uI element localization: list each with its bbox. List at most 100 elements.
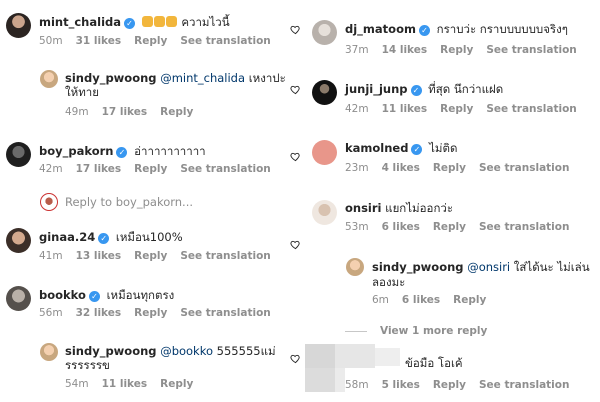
comment-dj-matoom: dj_matoom ✓ กราบว่ะ กราบบบบบบจริงๆ 37m 14 …	[290, 14, 600, 60]
likes-count[interactable]: 17 likes	[102, 106, 148, 118]
comment-sindy-reply-bookko: sindy_pwoong @bookko 555555แม่ รรรรรรข 5…	[0, 338, 300, 402]
comment-username[interactable]: onsiri	[345, 201, 382, 215]
heart-icon[interactable]	[290, 239, 301, 250]
likes-count[interactable]: 11 likes	[102, 378, 148, 390]
avatar[interactable]	[6, 228, 31, 253]
comment-username[interactable]: mint_chalida	[39, 15, 121, 29]
verified-icon: ✓	[411, 144, 423, 155]
comment-time: 49m	[65, 106, 89, 118]
verified-icon: ✓	[124, 18, 135, 29]
heart-icon[interactable]	[290, 151, 301, 162]
likes-count[interactable]: 14 likes	[382, 44, 428, 56]
reply-button[interactable]: Reply	[433, 221, 466, 233]
likes-count[interactable]: 6 likes	[382, 221, 420, 233]
verified-icon: ✓	[418, 25, 430, 36]
view-more-replies[interactable]: View 1 more reply	[345, 324, 545, 340]
heart-icon[interactable]	[290, 84, 301, 95]
comment-boy-pakorn: boy_pakorn ✓ อ่าาาาาาาาาา 42m 17 likes Repl…	[0, 134, 300, 178]
see-translation-link[interactable]: See translation	[180, 250, 270, 262]
verified-icon: ✓	[410, 85, 422, 96]
comment-kamolned: kamolned ✓ ไม่ติด 23m 4 likes Reply See tran…	[290, 134, 600, 180]
likes-count[interactable]: 11 likes	[382, 103, 428, 115]
verified-icon: ✓	[88, 291, 100, 302]
comment-blurred-user: ข้อมือ โอเค้ 58m 5 likes Reply See translat…	[290, 344, 600, 402]
avatar[interactable]	[312, 80, 337, 105]
comment-username[interactable]: junji_junp	[345, 82, 408, 96]
likes-count[interactable]: 13 likes	[76, 250, 122, 262]
comment-username[interactable]: bookko	[39, 288, 86, 302]
avatar[interactable]	[312, 140, 337, 165]
avatar[interactable]	[6, 286, 31, 311]
avatar[interactable]	[40, 70, 58, 88]
see-translation-link[interactable]: See translation	[479, 221, 569, 233]
reply-thread-line	[345, 330, 367, 332]
comment-text: ไม่ติด	[429, 141, 458, 155]
heart-icon[interactable]	[290, 353, 301, 364]
reply-button[interactable]: Reply	[160, 378, 193, 390]
comment-username[interactable]: ginaa.24	[39, 230, 95, 244]
comment-bookko: bookko ✓ เหมือนทุกตรง 56m 32 likes Reply See…	[0, 284, 300, 328]
reply-button[interactable]: Reply	[433, 162, 466, 174]
reply-button[interactable]: Reply	[134, 35, 167, 47]
mention-link[interactable]: @onsiri	[467, 260, 510, 274]
comment-mint-chalida: mint_chalida ✓ ความไวนี้ 50m 31 likes Reply…	[0, 0, 300, 55]
comment-username[interactable]: sindy_pwoong	[65, 344, 157, 358]
avatar[interactable]	[312, 200, 337, 225]
clap-emoji-icon	[141, 15, 178, 29]
comment-time: 54m	[65, 378, 89, 390]
verified-icon: ✓	[98, 233, 110, 244]
reply-button[interactable]: Reply	[453, 294, 486, 306]
comment-username[interactable]: sindy_pwoong	[65, 71, 157, 85]
reply-input-placeholder[interactable]: Reply to boy_pakorn...	[65, 195, 193, 209]
comment-text: กราบว่ะ กราบบบบบบจริงๆ	[436, 22, 568, 36]
likes-count[interactable]: 5 likes	[382, 379, 420, 391]
see-translation-link[interactable]: See translation	[180, 35, 270, 47]
comment-time: 23m	[345, 162, 369, 174]
avatar[interactable]	[6, 13, 31, 38]
comment-username[interactable]: boy_pakorn	[39, 144, 113, 158]
comment-time: 6m	[372, 294, 389, 306]
see-translation-link[interactable]: See translation	[180, 163, 270, 175]
avatar[interactable]	[346, 258, 364, 276]
heart-icon[interactable]	[290, 24, 301, 35]
see-translation-link[interactable]: See translation	[180, 307, 270, 319]
comment-junji-junp: junji_junp ✓ ที่สุด นึกว่าแฝด 42m 11 likes…	[290, 74, 600, 120]
view-more-replies-label[interactable]: View 1 more reply	[380, 325, 487, 337]
mention-link[interactable]: @bookko	[160, 344, 213, 358]
comment-onsiri: onsiri แยกไม่ออกว่ะ 53m 6 likes Reply See t…	[290, 194, 600, 250]
comment-ginaa: ginaa.24 ✓ เหมือน100% 41m 13 likes Reply See…	[0, 226, 300, 270]
likes-count[interactable]: 17 likes	[76, 163, 122, 175]
mention-link[interactable]: @mint_chalida	[160, 71, 245, 85]
reply-button[interactable]: Reply	[440, 103, 473, 115]
comment-time: 42m	[345, 103, 369, 115]
see-translation-link[interactable]: See translation	[486, 103, 576, 115]
comment-text: ข้อมือ โอเค้	[405, 356, 463, 370]
comment-username[interactable]: kamolned	[345, 141, 408, 155]
likes-count[interactable]: 32 likes	[76, 307, 122, 319]
see-translation-link[interactable]: See translation	[479, 379, 569, 391]
likes-count[interactable]: 6 likes	[402, 294, 440, 306]
comment-text-continued: ให้ทาย	[65, 85, 99, 99]
avatar[interactable]	[6, 142, 31, 167]
reply-button[interactable]: Reply	[134, 163, 167, 175]
comment-username[interactable]: dj_matoom	[345, 22, 416, 36]
avatar[interactable]	[312, 20, 337, 45]
likes-count[interactable]: 31 likes	[76, 35, 122, 47]
reply-button[interactable]: Reply	[160, 106, 193, 118]
reply-input-row[interactable]: Reply to boy_pakorn...	[0, 190, 300, 214]
comment-sindy-reply-onsiri: sindy_pwoong @onsiri ใส่ได้นะ ไม่เล่น ลอ…	[300, 254, 600, 314]
likes-count[interactable]: 4 likes	[382, 162, 420, 174]
reply-button[interactable]: Reply	[433, 379, 466, 391]
see-translation-link[interactable]: See translation	[479, 162, 569, 174]
comment-username[interactable]: sindy_pwoong	[372, 260, 464, 274]
avatar[interactable]	[40, 343, 58, 361]
comment-text: อ่าาาาาาาาาา	[134, 144, 206, 158]
comment-time: 41m	[39, 250, 63, 262]
reply-button[interactable]: Reply	[440, 44, 473, 56]
reply-button[interactable]: Reply	[134, 307, 167, 319]
comment-text: ที่สุด นึกว่าแฝด	[428, 82, 504, 96]
reply-button[interactable]: Reply	[134, 250, 167, 262]
comment-time: 50m	[39, 35, 63, 47]
comment-text: เหมือน100%	[115, 230, 183, 244]
see-translation-link[interactable]: See translation	[486, 44, 576, 56]
